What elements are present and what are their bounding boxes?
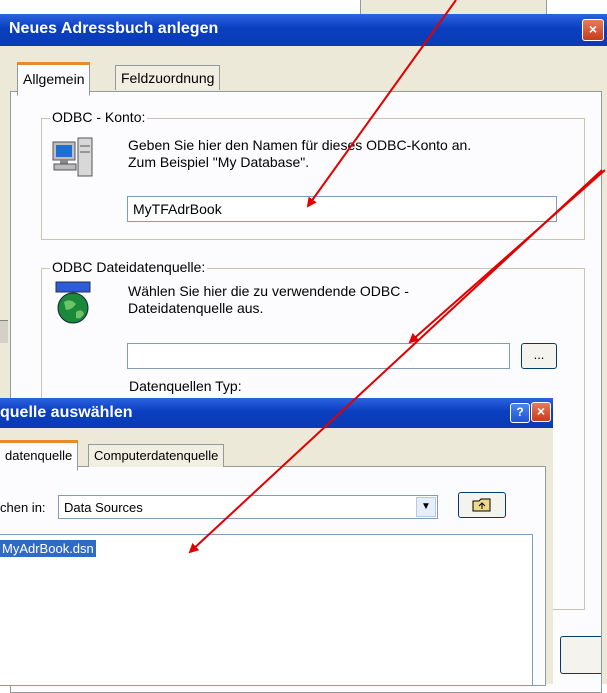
tab-dateidatenquelle[interactable]: datenquelle — [0, 440, 79, 471]
arrow-to-konto-input — [306, 0, 457, 208]
annotation-arrows — [188, 0, 606, 554]
arrow-to-dateidatenquelle-input — [408, 169, 606, 344]
arrow-to-file-item — [188, 169, 603, 554]
tab-allgemein[interactable]: Allgemein — [17, 62, 91, 96]
